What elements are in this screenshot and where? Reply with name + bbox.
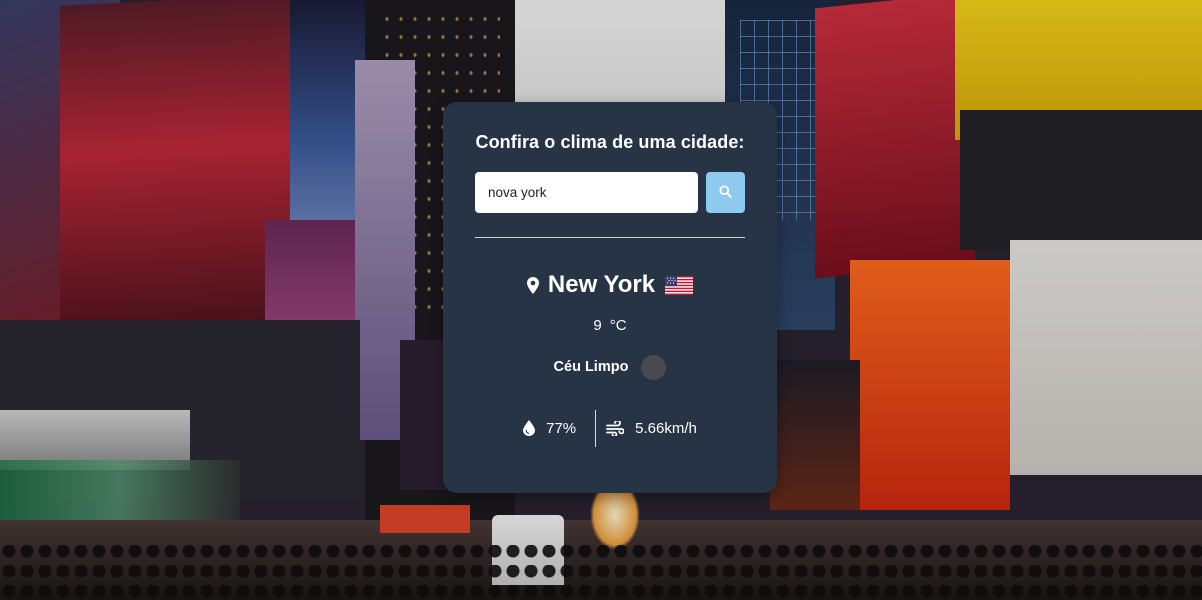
droplet-icon bbox=[523, 420, 536, 436]
humidity: 77% bbox=[523, 420, 576, 437]
search-button[interactable] bbox=[706, 172, 745, 213]
map-pin-icon bbox=[526, 276, 539, 294]
divider bbox=[475, 237, 745, 238]
weather-condition-icon bbox=[641, 354, 667, 380]
wind-value: 5.66km/h bbox=[635, 419, 697, 437]
search-icon bbox=[719, 184, 732, 201]
weather-description: Céu Limpo bbox=[553, 359, 629, 375]
us-flag-icon bbox=[665, 275, 694, 295]
temperature-unit: °C bbox=[609, 317, 627, 334]
city-search-input[interactable] bbox=[475, 172, 698, 213]
location-row: New York bbox=[475, 270, 745, 300]
weather-details: 77% 5.66km/h bbox=[475, 409, 745, 447]
temperature-value: 9 bbox=[593, 317, 602, 334]
wind-icon bbox=[606, 420, 625, 436]
temperature: 9 °C bbox=[475, 317, 745, 335]
humidity-value: 77% bbox=[546, 419, 577, 437]
city-name: New York bbox=[547, 271, 656, 298]
details-divider bbox=[595, 409, 597, 447]
weather-card: Confira o clima de uma cidade: New York bbox=[443, 102, 777, 493]
wind: 5.66km/h bbox=[606, 420, 697, 437]
search-bar bbox=[475, 172, 745, 213]
card-title: Confira o clima de uma cidade: bbox=[475, 132, 745, 152]
weather-description-row: Céu Limpo bbox=[475, 354, 745, 380]
